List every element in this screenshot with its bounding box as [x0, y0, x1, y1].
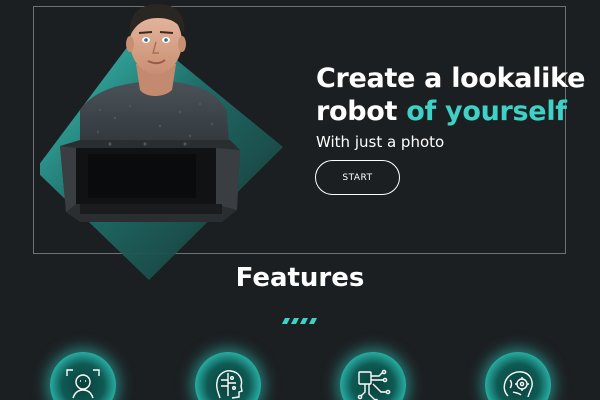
hero-image: [40, 4, 283, 280]
start-button[interactable]: START: [315, 160, 400, 195]
features-divider: [282, 318, 317, 324]
head-profile-icon: [216, 370, 243, 399]
hero-text-block: Create a lookalike robot of yourself With…: [316, 62, 586, 153]
hero-title: Create a lookalike robot of yourself: [316, 62, 586, 128]
face-scan-icon: [66, 369, 100, 399]
hero-title-accent: of yourself: [406, 96, 567, 127]
hero-title-line2-plain: robot: [316, 96, 407, 127]
page: Create a lookalike robot of yourself With…: [0, 0, 600, 400]
feature-head-profile: [195, 352, 261, 400]
feature-circuit-chip: [340, 352, 406, 400]
features-title: Features: [235, 263, 365, 293]
feature-brain-gear: [485, 352, 551, 400]
circuit-chip-icon: [357, 369, 391, 400]
brain-gear-icon: [503, 371, 533, 398]
feature-face-scan: [50, 352, 116, 400]
hero-title-line1: Create a lookalike: [316, 63, 586, 94]
hero-subtitle: With just a photo: [316, 133, 445, 151]
robot-body: [60, 140, 240, 222]
